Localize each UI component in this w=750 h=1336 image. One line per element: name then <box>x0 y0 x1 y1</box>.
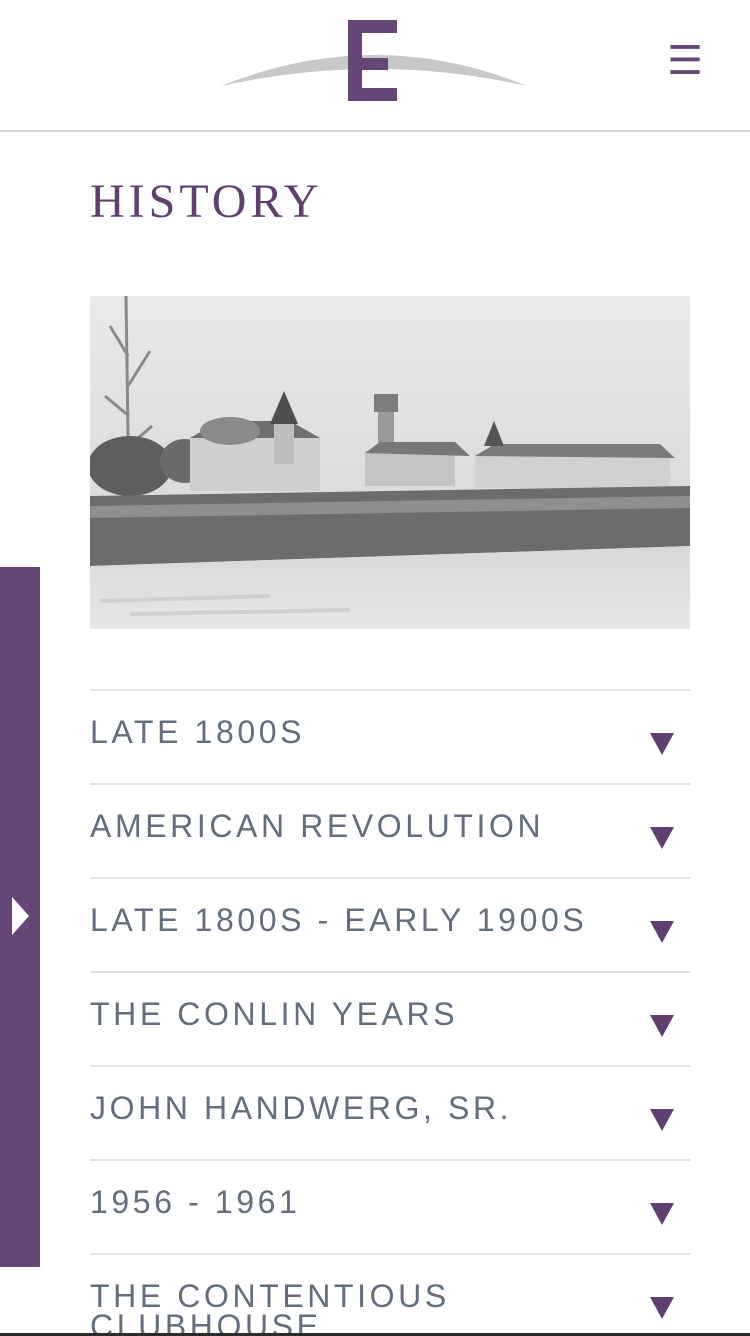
accordion-item-john-handwerg[interactable]: JOHN HANDWERG, SR. <box>90 1065 690 1159</box>
hamburger-icon: ☰ <box>667 38 703 84</box>
hero-image <box>90 296 690 629</box>
logo-icon[interactable] <box>215 14 535 114</box>
accordion-item-contentious-clubhouse[interactable]: THE CONTENTIOUS CLUBHOUSE <box>90 1253 690 1336</box>
caret-down-icon <box>650 921 674 943</box>
page-title: HISTORY <box>90 175 323 228</box>
accordion-label: THE CONLIN YEARS <box>90 996 459 1032</box>
caret-down-icon <box>650 1297 674 1319</box>
history-accordion: LATE 1800S AMERICAN REVOLUTION LATE 1800… <box>90 689 690 1336</box>
caret-down-icon <box>650 827 674 849</box>
side-panel-toggle[interactable] <box>0 567 40 1267</box>
accordion-label: THE CONTENTIOUS CLUBHOUSE <box>90 1278 450 1336</box>
accordion-item-late-1800s-early-1900s[interactable]: LATE 1800S - EARLY 1900S <box>90 877 690 971</box>
accordion-label: LATE 1800S <box>90 714 306 750</box>
accordion-item-late-1800s[interactable]: LATE 1800S <box>90 689 690 783</box>
caret-down-icon <box>650 1015 674 1037</box>
accordion-label: AMERICAN REVOLUTION <box>90 808 545 844</box>
accordion-item-1956-1961[interactable]: 1956 - 1961 <box>90 1159 690 1253</box>
historic-hotel-photo <box>90 296 690 629</box>
accordion-item-american-revolution[interactable]: AMERICAN REVOLUTION <box>90 783 690 877</box>
accordion-item-conlin-years[interactable]: THE CONLIN YEARS <box>90 971 690 1065</box>
caret-down-icon <box>650 1109 674 1131</box>
caret-down-icon <box>650 733 674 755</box>
caret-down-icon <box>650 1203 674 1225</box>
accordion-label: JOHN HANDWERG, SR. <box>90 1090 513 1126</box>
site-header: ☰ <box>0 0 750 132</box>
accordion-label: 1956 - 1961 <box>90 1184 301 1220</box>
accordion-label: LATE 1800S - EARLY 1900S <box>90 902 588 938</box>
page: ☰ HISTORY LATE 1800S AMERICAN REVOLUTION… <box>0 0 750 1336</box>
menu-button[interactable]: ☰ <box>660 36 710 86</box>
play-arrow-icon <box>12 897 29 935</box>
